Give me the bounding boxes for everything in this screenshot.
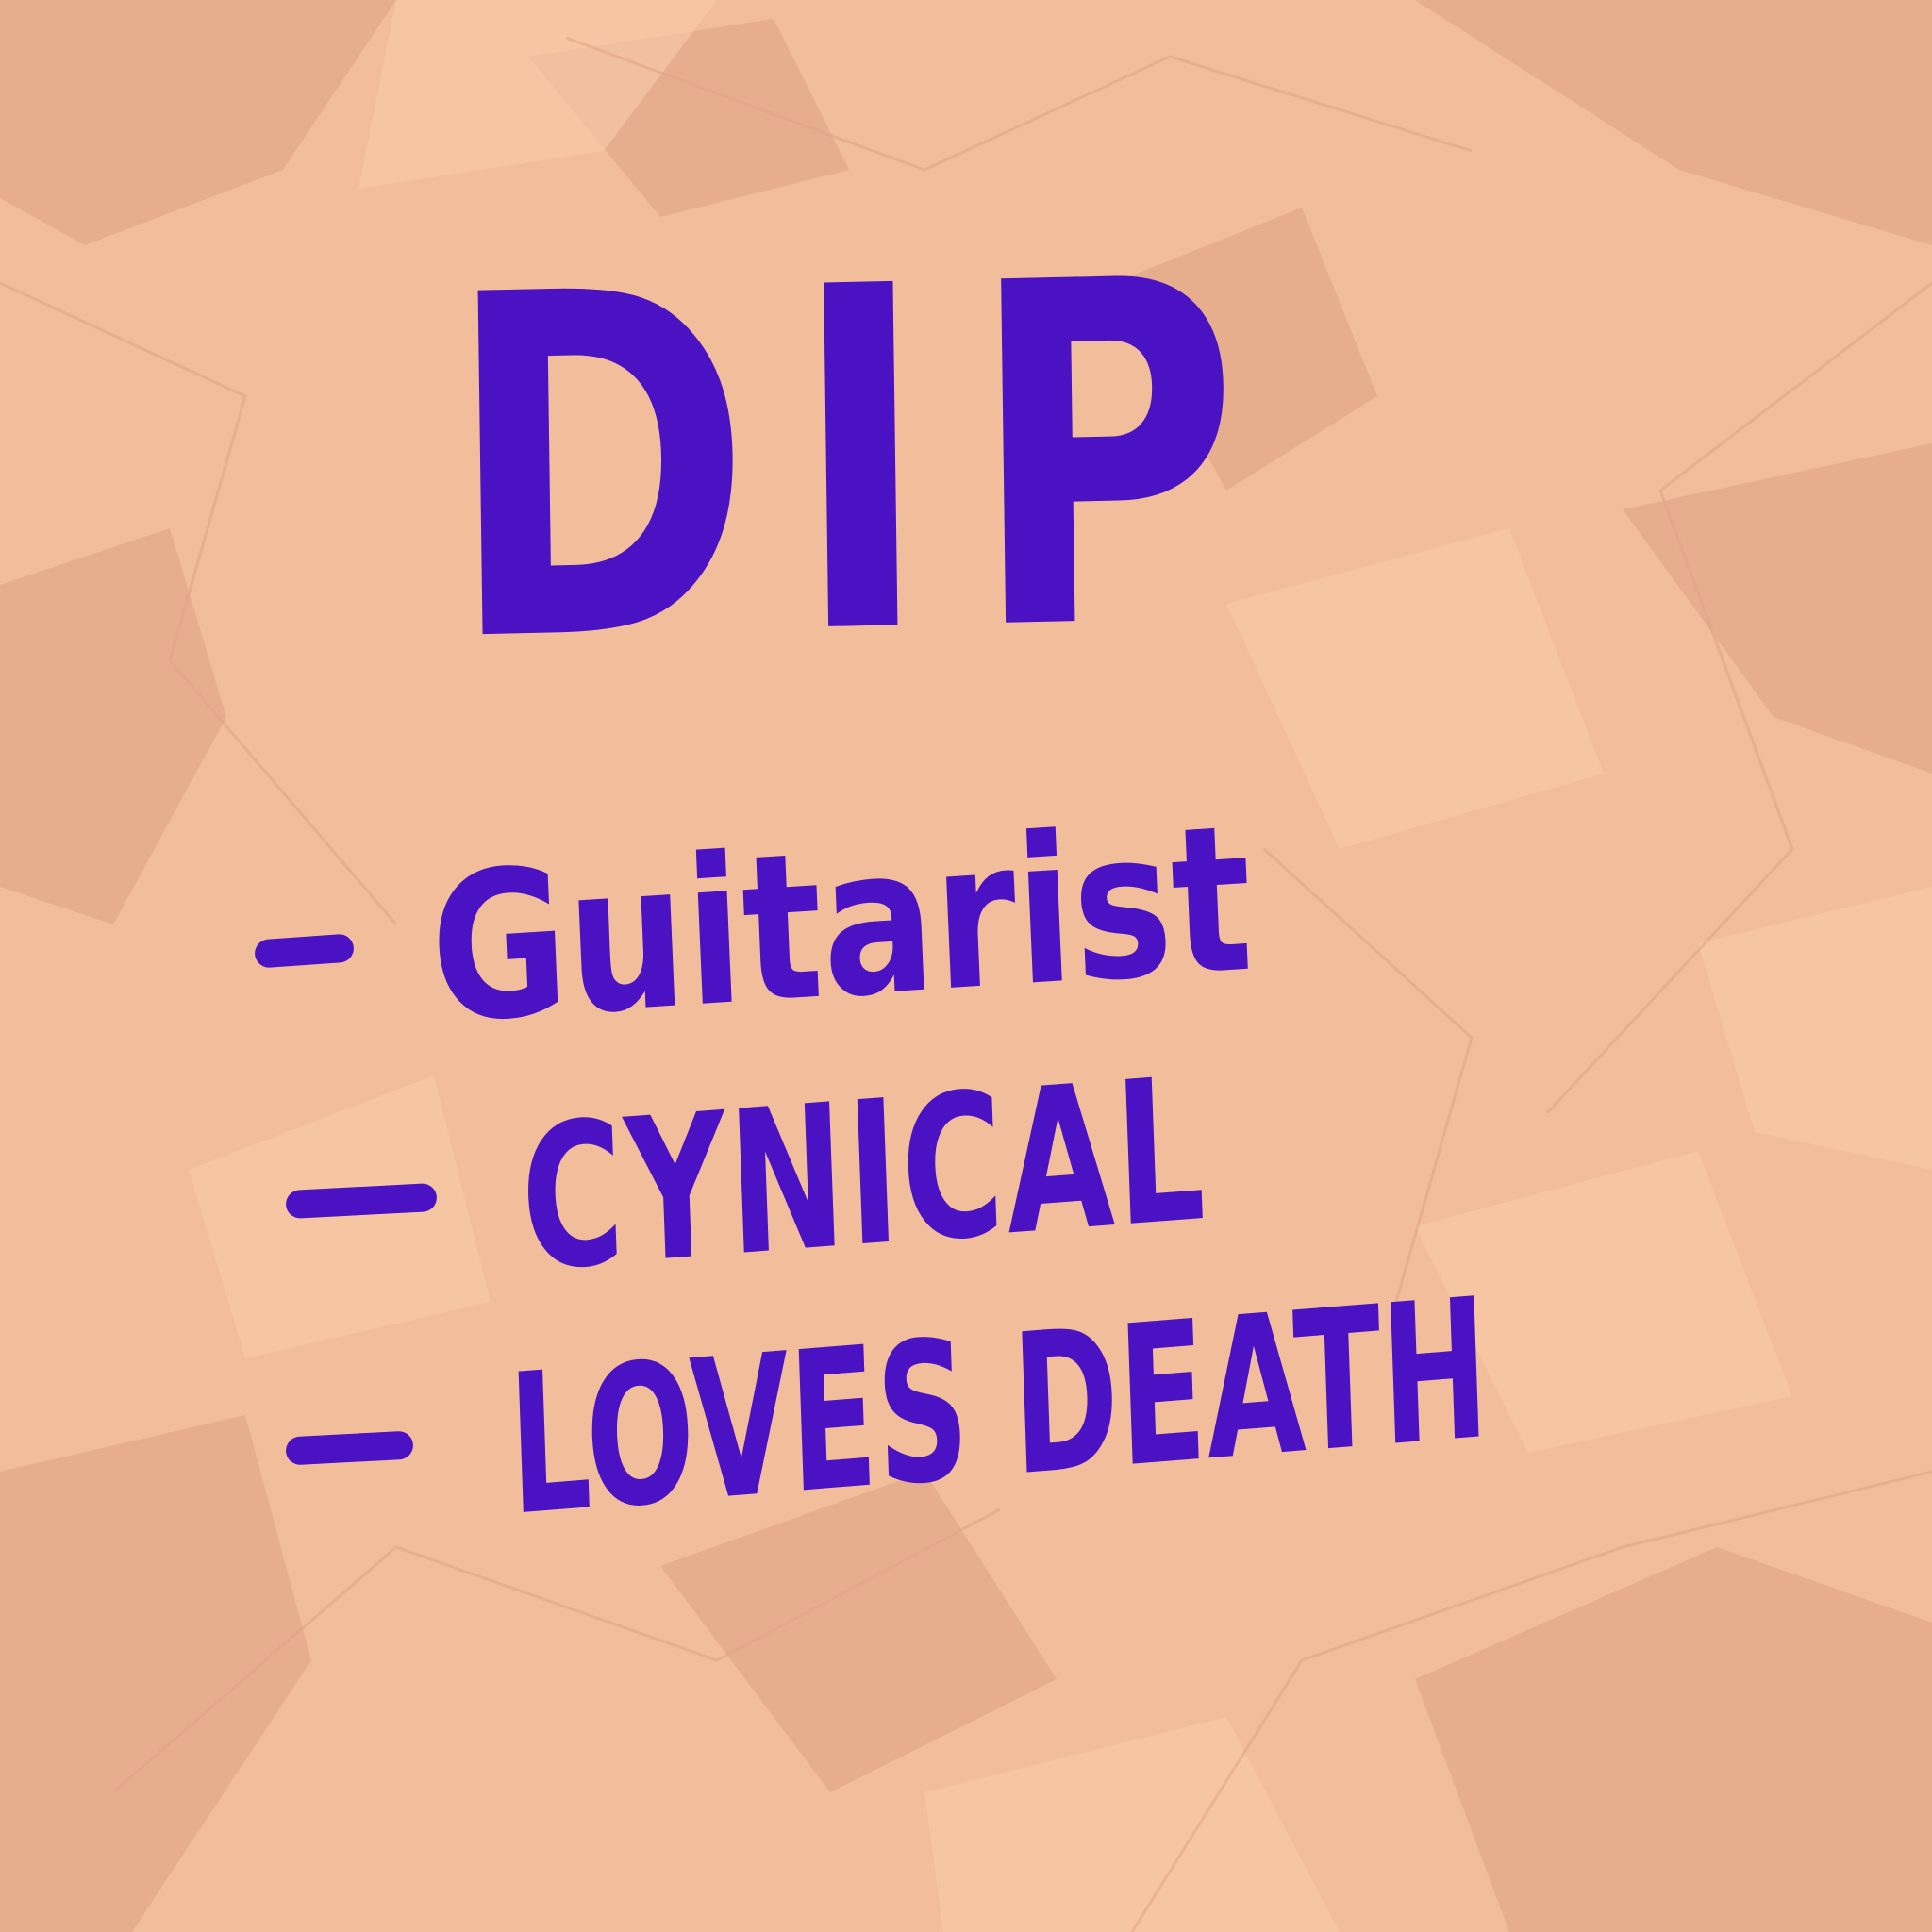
list-item-guitarist: Guitarist <box>254 780 1433 1069</box>
bullet-dash <box>285 1429 414 1466</box>
list-item-loves-death: LOVES DEATH <box>285 1257 1932 1559</box>
bullet-dash <box>285 1182 438 1220</box>
note-title: DIP <box>442 178 1284 746</box>
list-item-text: Guitarist <box>425 779 1257 1069</box>
list-item-text: LOVES DEATH <box>505 1257 1492 1559</box>
handwritten-note: DIP Guitarist CYNICAL LOVES DEATH <box>0 0 1932 1932</box>
bullet-dash <box>254 932 355 969</box>
list-item-text: CYNICAL <box>517 1033 1211 1316</box>
